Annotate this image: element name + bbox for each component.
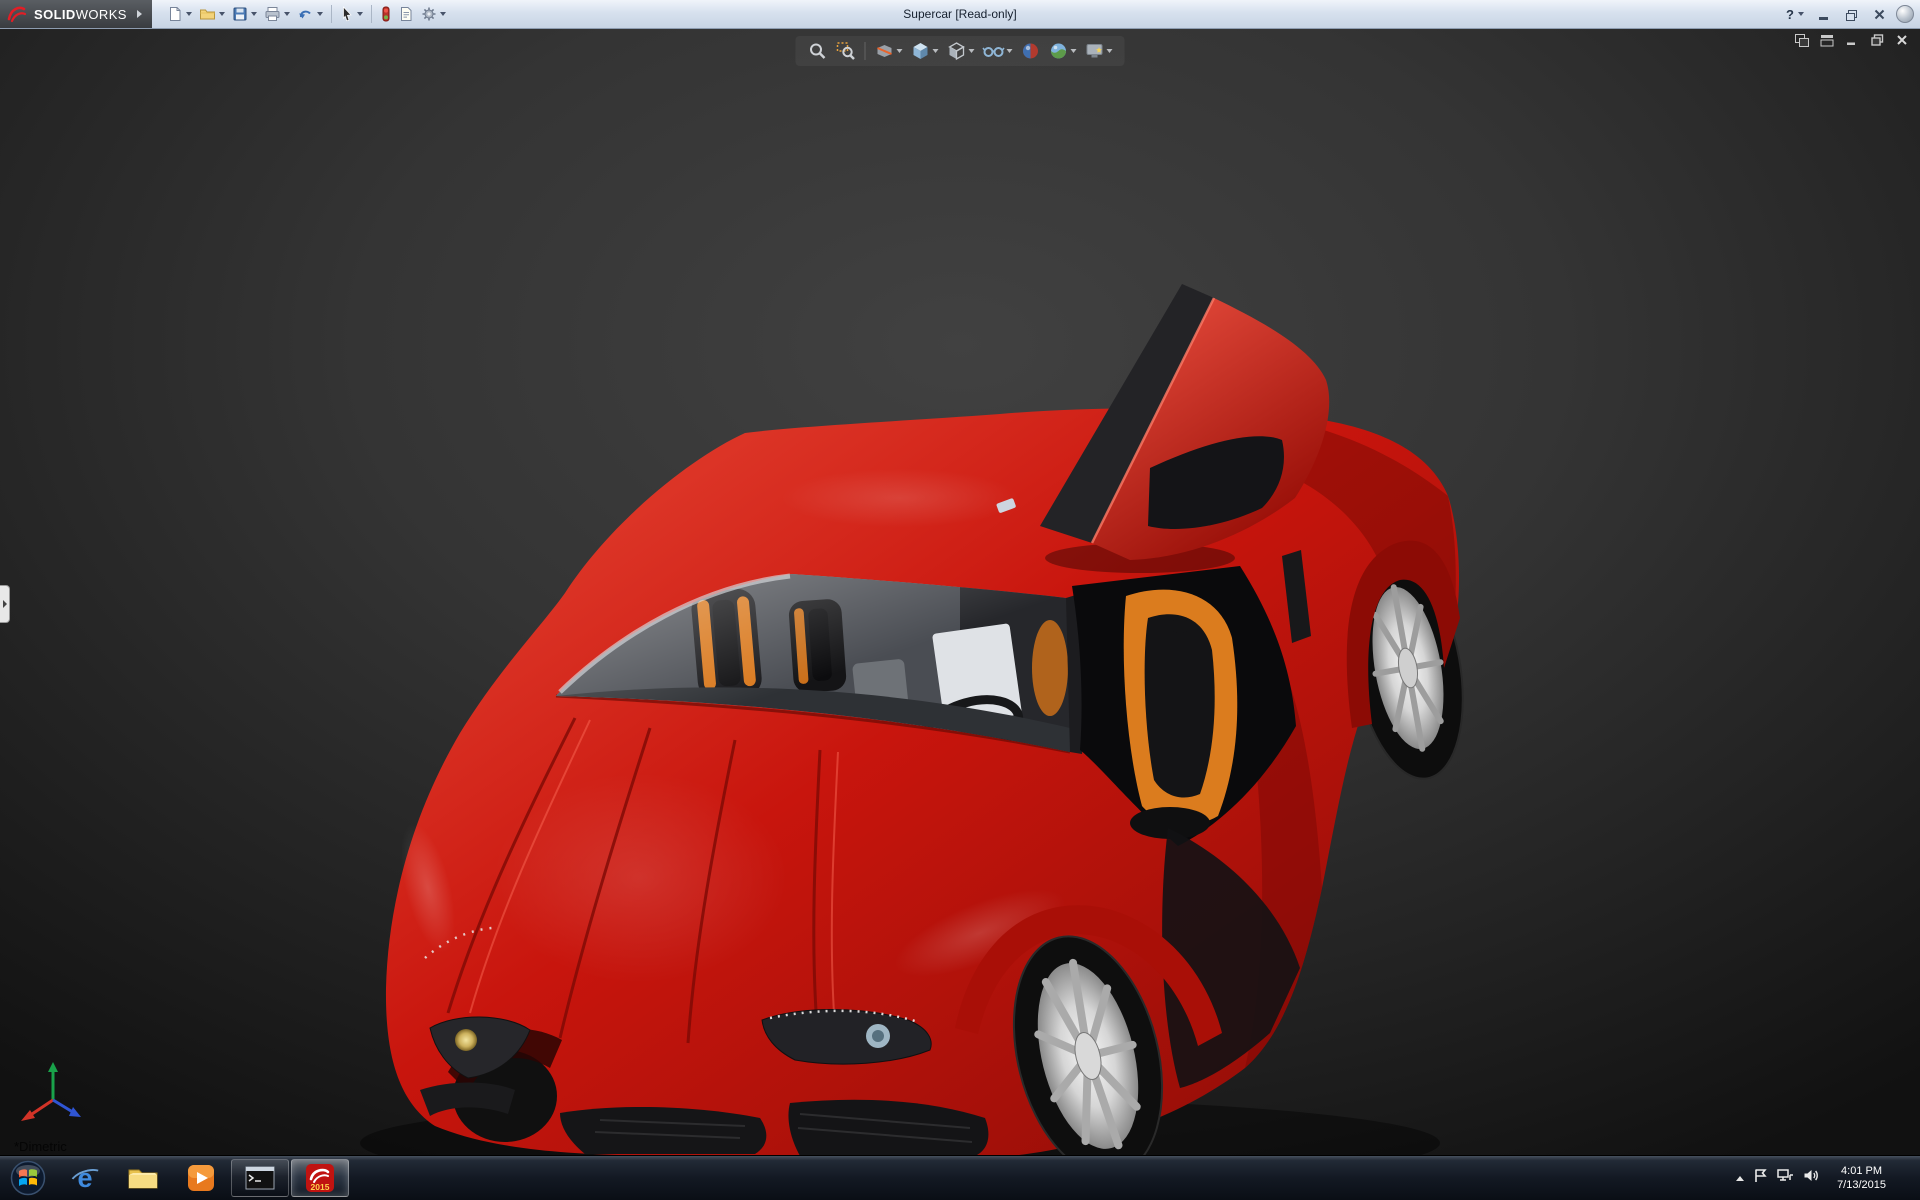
minimize-document-button[interactable] bbox=[1844, 33, 1860, 47]
options-gear-icon bbox=[421, 6, 437, 22]
taskbar-command-window-button[interactable] bbox=[231, 1159, 289, 1197]
save-button[interactable] bbox=[229, 2, 260, 26]
view-orientation-button[interactable] bbox=[909, 39, 941, 63]
rebuild-button[interactable] bbox=[377, 2, 395, 26]
new-document-icon bbox=[167, 6, 183, 22]
minimize-document-icon bbox=[1846, 34, 1858, 46]
cascade-window-icon bbox=[1820, 34, 1834, 47]
apply-scene-icon bbox=[1049, 41, 1069, 61]
resources-flyout-icon[interactable] bbox=[1896, 5, 1914, 23]
apply-scene-button[interactable] bbox=[1047, 39, 1079, 63]
solidworks-logo[interactable]: SOLIDWORKS bbox=[0, 0, 152, 28]
tray-action-center-icon[interactable] bbox=[1753, 1168, 1768, 1188]
taskbar-explorer-button[interactable] bbox=[115, 1159, 171, 1197]
taskbar-clock[interactable]: 4:01 PM 7/13/2015 bbox=[1828, 1164, 1895, 1193]
rebuild-icon bbox=[380, 6, 392, 22]
solidworks-2015-icon: 2015 bbox=[305, 1163, 335, 1193]
taskbar-solidworks-button[interactable]: 2015 bbox=[291, 1159, 349, 1197]
quick-access-toolbar bbox=[164, 2, 449, 26]
file-properties-icon bbox=[399, 6, 414, 22]
command-window-icon bbox=[245, 1166, 275, 1190]
cascade-window-button[interactable] bbox=[1819, 33, 1835, 47]
view-settings-button[interactable] bbox=[1083, 39, 1115, 63]
graphics-viewport[interactable]: *Dimetric bbox=[0, 28, 1920, 1156]
clock-date: 7/13/2015 bbox=[1837, 1179, 1886, 1191]
media-player-icon bbox=[187, 1164, 215, 1192]
open-document-button[interactable] bbox=[196, 2, 228, 26]
taskbar: e bbox=[0, 1155, 1920, 1200]
start-button[interactable] bbox=[0, 1156, 56, 1200]
close-icon bbox=[1874, 9, 1885, 20]
display-style-button[interactable] bbox=[945, 39, 977, 63]
svg-text:2015: 2015 bbox=[311, 1182, 330, 1192]
zoom-to-fit-icon bbox=[808, 41, 828, 61]
tile-window-button[interactable] bbox=[1794, 33, 1810, 47]
zoom-to-fit-button[interactable] bbox=[806, 39, 830, 63]
help-button[interactable]: ? bbox=[1784, 5, 1806, 23]
section-view-icon bbox=[875, 41, 895, 61]
clock-time: 4:01 PM bbox=[1841, 1165, 1882, 1177]
headsup-view-toolbar bbox=[796, 36, 1125, 66]
brand-text: SOLIDWORKS bbox=[34, 7, 127, 22]
open-folder-icon bbox=[199, 6, 216, 22]
close-document-icon bbox=[1896, 34, 1908, 46]
hide-show-glasses-icon bbox=[983, 41, 1005, 61]
printer-icon bbox=[264, 6, 281, 22]
edit-appearance-button[interactable] bbox=[1019, 39, 1043, 63]
section-view-button[interactable] bbox=[873, 39, 905, 63]
windows-explorer-folder-icon bbox=[127, 1165, 159, 1191]
minimize-button[interactable] bbox=[1812, 5, 1834, 23]
reference-triad bbox=[16, 1056, 90, 1130]
hide-show-items-button[interactable] bbox=[981, 39, 1015, 63]
feature-panel-flyout-tab[interactable] bbox=[0, 585, 10, 623]
view-settings-icon bbox=[1085, 41, 1105, 61]
view-orientation-cube-icon bbox=[911, 41, 931, 61]
print-button[interactable] bbox=[261, 2, 293, 26]
new-document-button[interactable] bbox=[164, 2, 195, 26]
solidworks-window: SOLIDWORKS bbox=[0, 0, 1920, 1200]
window-controls: ? bbox=[1784, 5, 1920, 23]
taskbar-media-player-button[interactable] bbox=[173, 1159, 229, 1197]
taskbar-ie-button[interactable]: e bbox=[57, 1159, 113, 1197]
file-properties-button[interactable] bbox=[396, 2, 417, 26]
close-document-button[interactable] bbox=[1894, 33, 1910, 47]
close-button[interactable] bbox=[1868, 5, 1890, 23]
restore-button[interactable] bbox=[1840, 5, 1862, 23]
undo-button[interactable] bbox=[294, 2, 326, 26]
restore-icon bbox=[1846, 10, 1856, 19]
display-style-icon bbox=[947, 41, 967, 61]
tray-network-icon[interactable] bbox=[1777, 1168, 1794, 1188]
select-cursor-icon bbox=[340, 6, 354, 22]
restore-document-icon bbox=[1871, 34, 1884, 46]
save-floppy-icon bbox=[232, 6, 248, 22]
restore-document-button[interactable] bbox=[1869, 33, 1885, 47]
titlebar: SOLIDWORKS bbox=[0, 0, 1920, 29]
document-window-controls bbox=[1794, 33, 1910, 47]
windows-start-orb-icon bbox=[9, 1159, 47, 1197]
view-orientation-label: *Dimetric bbox=[14, 1139, 67, 1154]
undo-arrow-icon bbox=[297, 6, 314, 22]
solidworks-logo-icon bbox=[6, 4, 28, 24]
tile-window-icon bbox=[1795, 34, 1809, 47]
menu-expand-icon[interactable] bbox=[137, 10, 142, 18]
show-hidden-icons-button[interactable] bbox=[1736, 1176, 1744, 1181]
zoom-to-area-icon bbox=[836, 41, 856, 61]
minimize-icon bbox=[1819, 17, 1828, 20]
select-button[interactable] bbox=[337, 2, 366, 26]
tray-volume-icon[interactable] bbox=[1803, 1168, 1819, 1188]
options-button[interactable] bbox=[418, 2, 449, 26]
internet-explorer-icon: e bbox=[70, 1163, 100, 1193]
zoom-to-area-button[interactable] bbox=[834, 39, 858, 63]
3d-model-supercar[interactable] bbox=[0, 28, 1920, 1156]
edit-appearance-ball-icon bbox=[1021, 41, 1041, 61]
system-tray: 4:01 PM 7/13/2015 bbox=[1736, 1156, 1920, 1200]
